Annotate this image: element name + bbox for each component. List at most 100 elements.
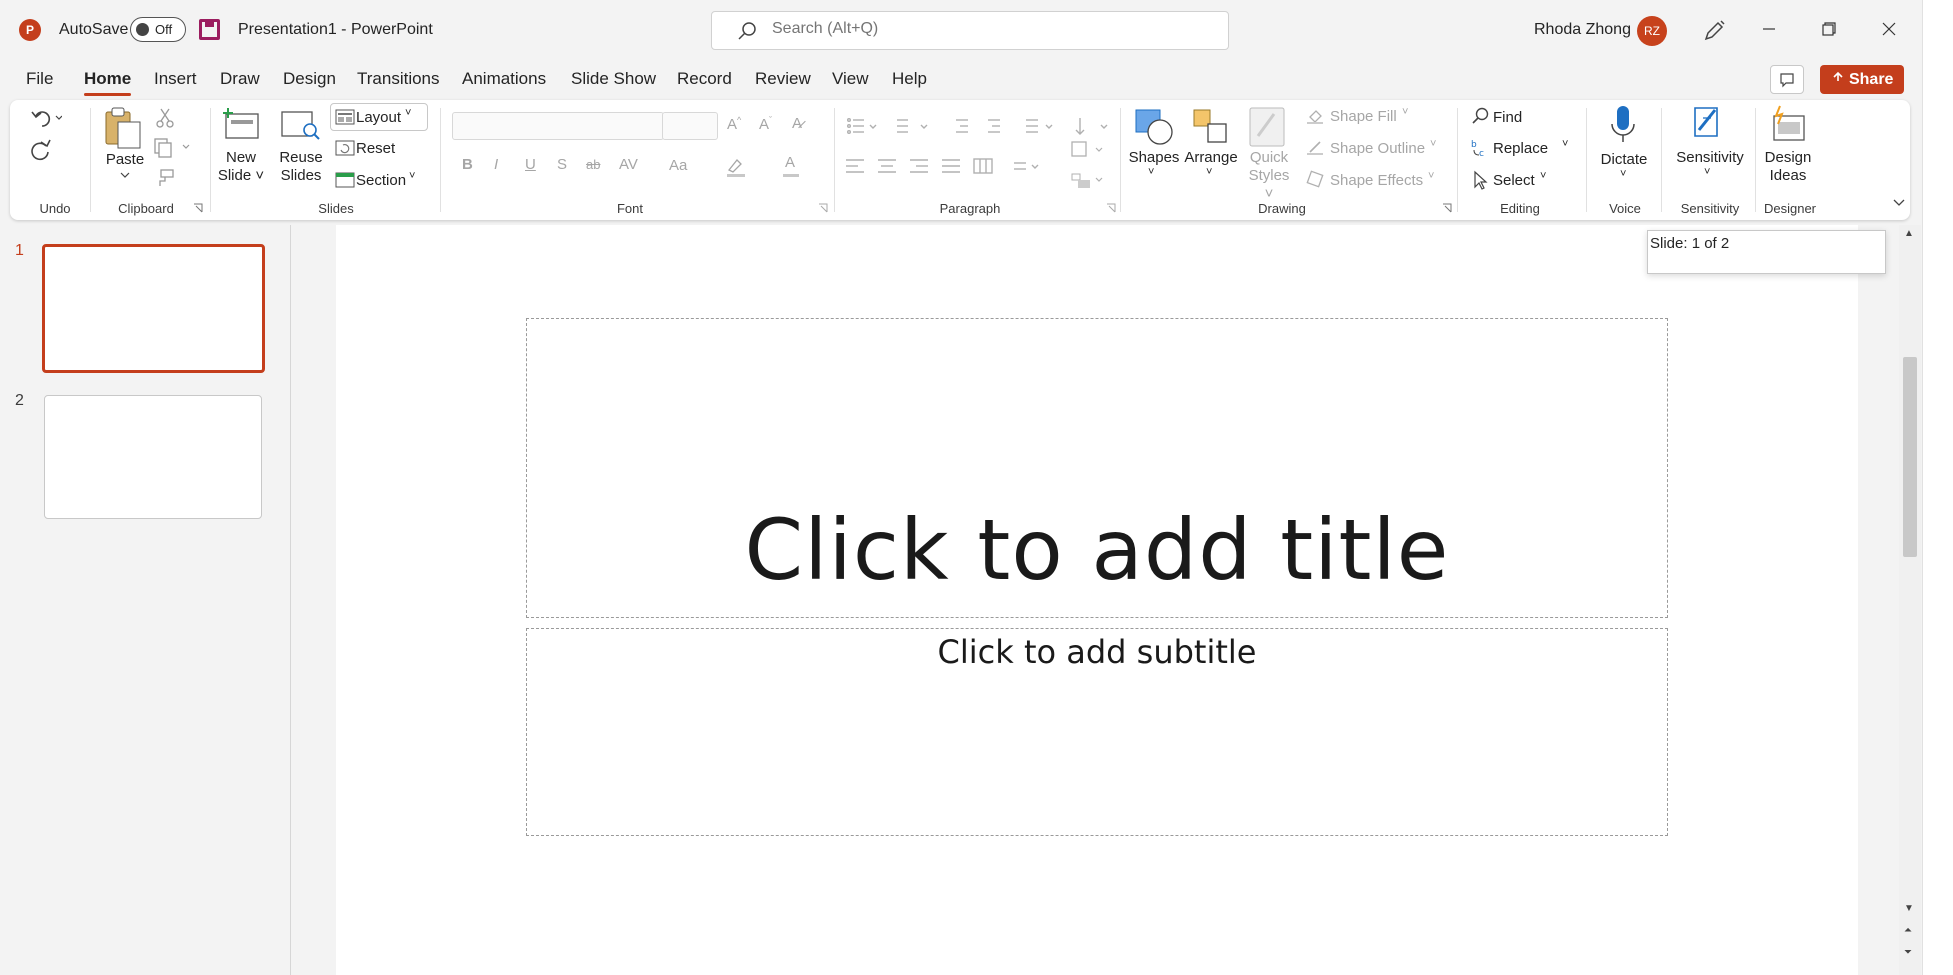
restore-icon[interactable] bbox=[1816, 16, 1842, 42]
dialog-launcher-icon[interactable] bbox=[193, 203, 203, 213]
find-button[interactable]: Find bbox=[1493, 109, 1522, 126]
tab-review[interactable]: Review bbox=[755, 69, 811, 89]
slide-thumbnail-2[interactable] bbox=[44, 395, 262, 519]
section-icon[interactable] bbox=[335, 172, 355, 188]
new-slide-button[interactable]: New Slide ˅ bbox=[216, 149, 266, 185]
shape-fill-icon[interactable] bbox=[1306, 107, 1324, 125]
character-spacing-button[interactable]: AV bbox=[619, 156, 638, 173]
chevron-down-icon[interactable]: ˅ bbox=[1430, 138, 1436, 150]
chevron-down-icon[interactable]: ˅ bbox=[1148, 166, 1154, 178]
subtitle-placeholder[interactable]: Click to add subtitle bbox=[526, 628, 1668, 836]
chevron-down-icon[interactable]: ˅ bbox=[1620, 168, 1626, 180]
close-icon[interactable] bbox=[1876, 16, 1902, 42]
search-input[interactable] bbox=[772, 20, 1192, 38]
copy-icon[interactable] bbox=[153, 137, 193, 159]
chevron-down-icon[interactable]: ˅ bbox=[1562, 138, 1568, 150]
decrease-font-size-icon[interactable]: Aˇ bbox=[759, 115, 772, 133]
chevron-down-icon[interactable]: ˅ bbox=[1402, 106, 1408, 118]
shapes-button[interactable]: Shapes bbox=[1126, 149, 1182, 167]
chevron-down-icon[interactable]: ˅ bbox=[1704, 166, 1710, 178]
design-ideas-icon[interactable] bbox=[1768, 104, 1808, 144]
sensitivity-button[interactable]: Sensitivity bbox=[1670, 149, 1750, 167]
font-size-combo[interactable] bbox=[662, 112, 718, 140]
format-painter-icon[interactable] bbox=[155, 168, 175, 188]
italic-button[interactable]: I bbox=[494, 156, 498, 173]
section-button[interactable]: Section bbox=[356, 172, 406, 189]
sensitivity-icon[interactable] bbox=[1689, 104, 1725, 144]
shape-effects-button[interactable]: Shape Effects bbox=[1330, 172, 1423, 189]
comments-button[interactable] bbox=[1770, 65, 1804, 94]
reuse-slides-button[interactable]: Reuse Slides bbox=[276, 149, 326, 185]
undo-icon[interactable] bbox=[28, 106, 62, 130]
tab-design[interactable]: Design bbox=[283, 69, 336, 89]
quick-styles-button[interactable]: Quick Styles ˅ bbox=[1244, 149, 1294, 203]
select-icon[interactable] bbox=[1470, 170, 1490, 190]
avatar[interactable]: RZ bbox=[1637, 16, 1667, 46]
previous-slide-icon[interactable]: ⏶ bbox=[1904, 925, 1912, 936]
align-text-icon[interactable] bbox=[1070, 140, 1110, 160]
reset-icon[interactable] bbox=[335, 140, 355, 156]
dialog-launcher-icon[interactable] bbox=[818, 203, 828, 213]
chevron-down-icon[interactable]: ˅ bbox=[1206, 166, 1212, 178]
paste-button[interactable]: Paste bbox=[100, 151, 150, 169]
paragraph-list-icons[interactable] bbox=[846, 116, 1146, 136]
smartart-icon[interactable] bbox=[1070, 170, 1110, 190]
coauthoring-pen-icon[interactable] bbox=[1702, 19, 1726, 43]
replace-icon[interactable]: bc bbox=[1470, 138, 1490, 158]
chevron-down-icon[interactable]: ˅ bbox=[409, 170, 415, 182]
collapse-ribbon-icon[interactable] bbox=[1892, 198, 1906, 208]
scroll-up-icon[interactable]: ▲ bbox=[1904, 228, 1914, 239]
search-box[interactable] bbox=[711, 11, 1229, 50]
dialog-launcher-icon[interactable] bbox=[1442, 203, 1452, 213]
dictate-button[interactable]: Dictate bbox=[1596, 151, 1652, 169]
slide-canvas[interactable]: Click to add title Click to add subtitle bbox=[336, 225, 1858, 975]
underline-button[interactable]: U bbox=[525, 156, 536, 173]
arrange-button[interactable]: Arrange bbox=[1182, 149, 1240, 167]
chevron-down-icon[interactable] bbox=[120, 171, 130, 179]
shapes-icon[interactable] bbox=[1132, 106, 1176, 146]
select-button[interactable]: Select bbox=[1493, 172, 1535, 189]
tab-slide-show[interactable]: Slide Show bbox=[571, 69, 656, 89]
shadow-button[interactable]: S bbox=[557, 156, 567, 173]
tab-record[interactable]: Record bbox=[677, 69, 732, 89]
highlight-icon[interactable] bbox=[725, 156, 747, 178]
autosave-toggle[interactable]: Off bbox=[130, 17, 186, 42]
find-icon[interactable] bbox=[1470, 106, 1490, 126]
strikethrough-button[interactable]: ab bbox=[586, 157, 600, 172]
chevron-down-icon[interactable]: ˅ bbox=[1428, 170, 1434, 182]
reuse-slides-icon[interactable] bbox=[280, 106, 322, 142]
tab-animations[interactable]: Animations bbox=[462, 69, 546, 89]
slide-thumbnail-1[interactable] bbox=[42, 244, 265, 373]
vertical-scrollbar[interactable]: ▲ ▼ ⏶ ⏷ bbox=[1899, 225, 1921, 975]
tab-help[interactable]: Help bbox=[892, 69, 927, 89]
tab-file[interactable]: File bbox=[26, 69, 53, 89]
tab-transitions[interactable]: Transitions bbox=[357, 69, 440, 89]
replace-button[interactable]: Replace bbox=[1493, 140, 1548, 157]
quick-styles-icon[interactable] bbox=[1248, 106, 1288, 150]
chevron-down-icon[interactable]: ˅ bbox=[1540, 170, 1546, 182]
minimize-icon[interactable] bbox=[1756, 16, 1782, 42]
microphone-icon[interactable] bbox=[1608, 104, 1638, 148]
shape-fill-button[interactable]: Shape Fill bbox=[1330, 108, 1397, 125]
font-color-button[interactable]: A bbox=[785, 154, 795, 171]
user-name[interactable]: Rhoda Zhong bbox=[1534, 21, 1631, 39]
tab-draw[interactable]: Draw bbox=[220, 69, 260, 89]
new-slide-icon[interactable] bbox=[222, 106, 262, 142]
dialog-launcher-icon[interactable] bbox=[1106, 203, 1116, 213]
bold-button[interactable]: B bbox=[462, 156, 473, 173]
font-name-combo[interactable] bbox=[452, 112, 664, 140]
scrollbar-thumb[interactable] bbox=[1903, 357, 1917, 557]
design-ideas-button[interactable]: Design Ideas bbox=[1760, 149, 1816, 185]
scroll-down-icon[interactable]: ▼ bbox=[1904, 903, 1914, 914]
tab-insert[interactable]: Insert bbox=[154, 69, 197, 89]
title-placeholder[interactable]: Click to add title bbox=[526, 318, 1668, 618]
change-case-button[interactable]: Aa bbox=[669, 157, 687, 174]
shape-outline-icon[interactable] bbox=[1306, 138, 1324, 156]
cut-icon[interactable] bbox=[155, 107, 175, 129]
shape-outline-button[interactable]: Shape Outline bbox=[1330, 140, 1425, 157]
shape-effects-icon[interactable] bbox=[1306, 170, 1324, 188]
clear-formatting-icon[interactable]: A̷ bbox=[792, 115, 802, 132]
paste-icon[interactable] bbox=[102, 106, 144, 150]
save-icon[interactable] bbox=[199, 19, 220, 40]
tab-home[interactable]: Home bbox=[84, 69, 132, 96]
